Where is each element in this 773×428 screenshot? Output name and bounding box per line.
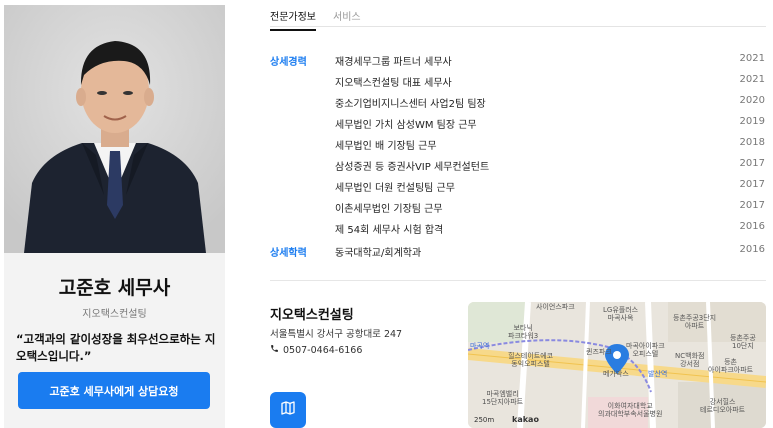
career-item: 이촌세무법인 기장팀 근무 bbox=[335, 204, 443, 215]
office-name: 지오택스컨설팅 bbox=[270, 308, 354, 323]
phone-number: 0507-0464-6166 bbox=[283, 344, 363, 356]
map-label: 발산역 bbox=[648, 370, 668, 378]
education-year: 2016 bbox=[739, 244, 765, 255]
map-label: 마곡엠밸리 15단지아파트 bbox=[482, 390, 524, 406]
tab-bar: 전문가정보 서비스 bbox=[270, 0, 766, 31]
map-label: 등촌주공 10단지 bbox=[730, 334, 756, 350]
expert-motto: “고객과의 같이성장을 최우선으로하는 지오택스입니다.” bbox=[16, 332, 216, 363]
career-year: 2016 bbox=[739, 221, 765, 232]
map-label: 등촌 아이파크아파트 bbox=[708, 358, 754, 374]
consultation-request-button[interactable]: 고준호 세무사에게 상담요청 bbox=[18, 372, 210, 409]
career-item: 세무법인 더원 컨설팅팀 근무 bbox=[335, 183, 455, 194]
section-divider bbox=[270, 280, 766, 281]
career-year: 2021 bbox=[739, 53, 765, 64]
map-label: 힐스테이트에코 동익오피스텔 bbox=[508, 352, 554, 368]
career-year: 2021 bbox=[739, 74, 765, 85]
map-label: 퀸즈파크 bbox=[586, 348, 612, 356]
career-section-label: 상세경력 bbox=[270, 57, 307, 68]
career-item: 지오택스컨설팅 대표 세무사 bbox=[335, 78, 452, 89]
tab-services[interactable]: 서비스 bbox=[333, 8, 361, 23]
map-label: 보타닉 파크타워3 bbox=[508, 324, 539, 340]
career-year: 2020 bbox=[739, 95, 765, 106]
map-label: NC백화점 강서점 bbox=[675, 352, 705, 368]
career-item: 세무법인 가치 삼성WM 팀장 근무 bbox=[335, 120, 477, 131]
career-item: 중소기업비지니스센터 사업2팀 팀장 bbox=[335, 99, 486, 110]
expert-name: 고준호 세무사 bbox=[58, 277, 171, 299]
profile-photo bbox=[4, 5, 225, 253]
career-year: 2017 bbox=[739, 158, 765, 169]
map-label: 메가박스 bbox=[603, 370, 629, 378]
career-year: 2017 bbox=[739, 179, 765, 190]
education-section-label: 상세학력 bbox=[270, 248, 307, 259]
career-year: 2019 bbox=[739, 116, 765, 127]
map-label: 강서힐스 테르디오아파트 bbox=[700, 398, 746, 414]
map-label: LG유플러스 마곡사옥 bbox=[603, 306, 639, 322]
office-address: 서울특별시 강서구 공항대로 247 bbox=[270, 329, 403, 340]
office-phone[interactable]: 0507-0464-6166 bbox=[270, 344, 362, 356]
map-button[interactable] bbox=[270, 392, 306, 428]
map-label: 마곡아이파크 오피스텔 bbox=[626, 342, 665, 358]
map-label: 사이언스파크 bbox=[536, 303, 575, 311]
career-year: 2018 bbox=[739, 137, 765, 148]
map-label: 이화여자대학교 의과대학부속서울병원 bbox=[598, 402, 663, 418]
location-map[interactable]: 사이언스파크 LG유플러스 마곡사옥 등촌주공3단지 아파트 보타닉 파크타워3 마곡… bbox=[468, 302, 766, 428]
map-label: 등촌주공3단지 아파트 bbox=[673, 314, 717, 330]
career-item: 삼성증권 등 증권사VIP 세무컨설턴트 bbox=[335, 162, 490, 173]
career-item: 세무법인 배 기장팀 근무 bbox=[335, 141, 437, 152]
career-year: 2017 bbox=[739, 200, 765, 211]
tab-expert-info[interactable]: 전문가정보 bbox=[270, 8, 316, 31]
phone-icon bbox=[270, 344, 279, 356]
expert-company: 지오택스컨설팅 bbox=[82, 309, 147, 320]
profile-card: 고준호 세무사 지오택스컨설팅 “고객과의 같이성장을 최우선으로하는 지오택스… bbox=[4, 5, 225, 428]
map-scale: 250m bbox=[474, 416, 495, 424]
map-label: 마곡역 bbox=[470, 342, 490, 350]
education-item: 동국대학교/회계학과 bbox=[335, 248, 422, 259]
career-item: 제 54회 세무사 시험 합격 bbox=[335, 225, 444, 236]
map-icon bbox=[280, 400, 296, 420]
career-item: 재경세무그룹 파트너 세무사 bbox=[335, 57, 452, 68]
map-brand-logo: kakao bbox=[512, 415, 539, 424]
